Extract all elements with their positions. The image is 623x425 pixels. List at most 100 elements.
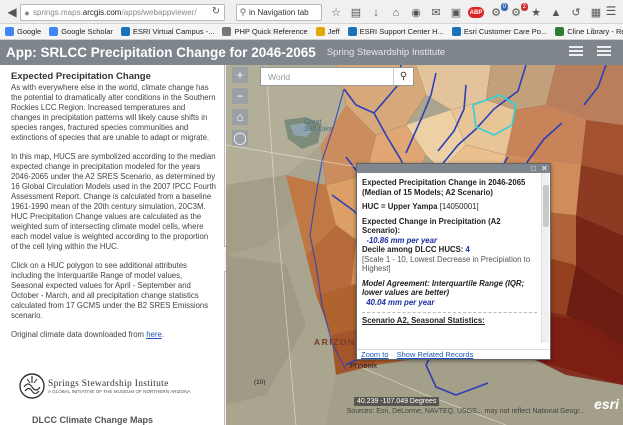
source-end: . [161,330,164,339]
back-icon[interactable]: ◀ [3,3,21,21]
popup-scrollbar[interactable] [541,173,549,343]
map-attribution: Sources: Esri, DeLorme, NAVTEQ, USGS... … [346,408,585,415]
bookmark-icon [120,27,130,36]
folder-icon [315,27,325,36]
adblock-label: ABP [468,7,484,18]
ssi-logo: Springs Stewardship Institute A GLOBAL I… [19,373,191,399]
popup-seasonal: Scenario A2, Seasonal Statistics: [362,316,485,325]
bookmarks-bar: Google Google Scholar ESRI Virtual Campus … [0,24,623,40]
browser-search-value[interactable]: in Navigation tab [249,8,309,17]
esri-logo: esri [594,396,619,412]
panel-title: Expected Precipitation Change [11,71,151,82]
source-link[interactable]: here [146,330,162,339]
map-search-button[interactable]: ⚲ [393,68,413,85]
coordinate-readout: 40.239 -107.049 Degrees [354,397,440,406]
map-label-great-salt-lake: Great Salt Lake [304,119,334,133]
reading-list-icon[interactable]: ▤ [348,5,364,21]
bookmark-label: Cline Library - Research... [567,27,623,36]
locate-button[interactable]: ◯ [232,130,248,146]
app-header: App: SRLCC Precipitation Change for 2046… [0,40,623,65]
bookmark-item[interactable]: Cline Library - Research... [555,27,623,36]
bookmark-label: Esri Customer Care Po... [463,27,548,36]
bookmark-label: Google Scholar [61,27,113,36]
bookmark-label: ESRI Virtual Campus -... [132,27,215,36]
extension-icon[interactable]: ⚙ 0 [488,2,508,21]
google-icon [5,27,14,36]
popup-content: Expected Precipitation Change in 2046-20… [357,173,541,343]
bookmark-item[interactable]: Esri Customer Care Po... [451,27,548,36]
pin-icon[interactable]: ▲ [548,5,564,21]
popup-agreement: Model Agreement: Interquartile Range (IQ… [362,278,525,307]
bookmark-item[interactable]: PHP Quick Reference [222,27,308,36]
layer-list-icon[interactable] [569,46,583,58]
bookmark-item[interactable]: ESRI Support Center H... [347,27,444,36]
legend-list-icon[interactable] [597,46,611,58]
popup-change: Expected Change in Precipitation (A2 Sce… [362,216,531,274]
map-label-road: (10) [254,379,266,386]
zoom-to-link[interactable]: Zoom to [361,350,389,359]
description-panel: Expected Precipitation Change As with ev… [0,65,225,425]
show-related-records-link[interactable]: Show Related Records [397,350,474,359]
screenshot-icon[interactable]: ▦ [588,5,604,21]
zoom-out-button[interactable]: − [232,88,248,104]
bookmark-star-icon[interactable]: ☆ [328,5,344,21]
doc-icon [222,27,232,36]
bookmark-item[interactable]: ESRI Virtual Campus -... [120,27,215,36]
download-icon[interactable]: ↓ [368,5,384,21]
map-zoom-controls: + − ⌂ ◯ [232,67,248,151]
url-text[interactable]: springs.maps.arcgis.com/apps/webappviewe… [33,8,197,17]
globe-icon: ● [24,7,30,18]
notification-icon[interactable]: ⚙ 2 [508,2,528,21]
sync-icon[interactable]: ↺ [568,5,584,21]
zoom-in-button[interactable]: + [232,67,248,83]
logo-tagline: A GLOBAL INITIATIVE OF THE MUSEUM OF NOR… [48,388,191,394]
reload-icon[interactable]: ↻ [210,6,222,19]
extension-badge: 0 [500,2,508,11]
browser-search-field[interactable]: ⚲ in Navigation tab [236,4,322,21]
bookmark-icon [555,27,565,36]
popup-heading: Expected Precipitation Change in 2046-20… [362,178,526,197]
search-icon: ⚲ [399,71,408,82]
browser-toolbar: ◀ ● springs.maps.arcgis.com/apps/webappv… [0,0,623,24]
evernote-icon[interactable]: ★ [528,5,544,21]
bookmark-item[interactable]: Google Scholar [49,27,113,36]
close-icon[interactable]: ✕ [541,164,548,173]
search-icon: ⚲ [239,7,247,17]
bookmark-label: PHP Quick Reference [234,27,308,36]
popup-titlebar: □ ✕ [357,164,550,173]
bookmark-item[interactable]: Google [5,27,41,36]
source-text: Original climate data downloaded from [11,330,147,339]
bookmark-label: Google [17,27,42,36]
map-label-phoenix: Phoenix [350,361,378,370]
bookmark-label: Jeff [327,27,340,36]
home-extent-button[interactable]: ⌂ [232,109,248,125]
huc-popup[interactable]: □ ✕ Expected Precipitation Change in 204… [356,163,551,360]
logo-name: Springs Stewardship Institute [48,378,169,389]
browser-window: ◀ ● springs.maps.arcgis.com/apps/webappv… [0,0,623,425]
app-subtitle: Spring Stewardship Institute [326,47,446,58]
chat-icon[interactable]: ✉ [428,5,444,21]
popup-scroll-thumb[interactable] [543,185,549,227]
notification-badge: 2 [520,2,528,11]
bookmark-icon [451,27,461,36]
panel-paragraph-instructions: Click on a HUC polygon to see additional… [11,261,209,320]
adblock-icon[interactable]: ABP [468,5,484,21]
maximize-icon[interactable]: □ [531,164,536,173]
google-icon [49,27,59,36]
address-bar[interactable]: ● springs.maps.arcgis.com/apps/webappvie… [20,4,225,21]
app-title: App: SRLCC Precipitation Change for 2046… [6,45,316,60]
panel-paragraph-source: Original climate data downloaded from he… [11,330,216,340]
pocket-icon[interactable]: ◉ [408,5,424,21]
spring-logo-icon [19,373,45,399]
menu-icon[interactable]: ☰ [603,4,619,20]
save-icon[interactable]: ▣ [448,5,464,21]
map-search[interactable]: World ⚲ [260,67,414,86]
home-icon[interactable]: ⌂ [388,5,404,21]
panel-paragraph-intro: As with everywhere else in the world, cl… [11,83,216,142]
bookmark-item[interactable]: Jeff [315,27,340,36]
popup-actions: Zoom to Show Related Records [357,349,550,359]
bookmark-icon [347,27,357,36]
panel-next-heading: DLCC Climate Change Maps [32,415,154,425]
toolbar-icons: ☆ ▤ ↓ ⌂ ◉ ✉ ▣ ABP ⚙ 0 ⚙ 2 ★ ▲ ↺ ▦ [328,2,608,21]
map-search-input[interactable]: World [268,72,393,82]
